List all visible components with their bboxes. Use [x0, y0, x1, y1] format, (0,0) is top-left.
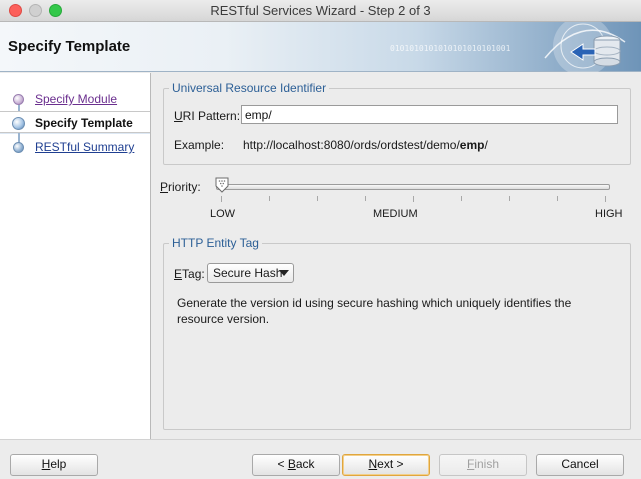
example-url: http://localhost:8080/ords/ordstest/demo…: [243, 138, 488, 152]
wizard-button-bar: Help < Back Next > Finish Cancel: [0, 439, 641, 479]
priority-label: Priority:: [160, 180, 201, 194]
priority-high-label: HIGH: [595, 208, 623, 220]
database-globe-icon: [544, 22, 626, 72]
etag-group-legend: HTTP Entity Tag: [169, 236, 262, 250]
wizard-steps-nav: Specify Module Specify Template RESTful …: [0, 73, 151, 439]
nav-step-specify-template[interactable]: Specify Template: [0, 111, 150, 133]
step-visited-icon: [13, 94, 24, 105]
etag-selected-value: Secure Hash: [213, 266, 283, 280]
example-label: Example:: [174, 138, 225, 152]
window-title: RESTful Services Wizard - Step 2 of 3: [210, 3, 431, 18]
uri-group: Universal Resource Identifier URI Patter…: [163, 81, 631, 165]
wizard-header-banner: Specify Template 01010101010101010101010…: [0, 22, 641, 72]
nav-step-label[interactable]: RESTful Summary: [35, 140, 134, 154]
step-upcoming-icon: [13, 142, 24, 153]
uri-group-legend: Universal Resource Identifier: [169, 81, 330, 95]
window-titlebar: RESTful Services Wizard - Step 2 of 3: [0, 0, 641, 22]
help-button[interactable]: Help: [10, 454, 98, 476]
nav-step-label: Specify Template: [35, 116, 133, 130]
etag-label: ETag:: [174, 267, 205, 281]
priority-low-label: LOW: [210, 208, 236, 220]
step-current-icon: [12, 117, 25, 130]
page-title: Specify Template: [8, 38, 131, 55]
etag-description: Generate the version id using secure has…: [177, 296, 572, 326]
nav-step-specify-module[interactable]: Specify Module: [0, 88, 150, 110]
etag-group: HTTP Entity Tag ETag: Secure Hash Genera…: [163, 236, 631, 430]
next-button[interactable]: Next >: [342, 454, 430, 476]
etag-dropdown[interactable]: Secure Hash: [207, 263, 294, 283]
priority-medium-label: MEDIUM: [373, 208, 418, 220]
uri-pattern-input[interactable]: [241, 105, 618, 124]
priority-slider-track[interactable]: [216, 184, 610, 190]
nav-step-label[interactable]: Specify Module: [35, 92, 117, 106]
cancel-button[interactable]: Cancel: [536, 454, 624, 476]
wizard-content-panel: Universal Resource Identifier URI Patter…: [152, 73, 641, 439]
back-button[interactable]: < Back: [252, 454, 340, 476]
uri-pattern-label: URI Pattern:: [174, 109, 241, 123]
finish-button[interactable]: Finish: [439, 454, 527, 476]
priority-slider-ticks: [221, 196, 606, 206]
nav-step-restful-summary[interactable]: RESTful Summary: [0, 136, 150, 158]
dropdown-arrow-icon: [279, 270, 289, 276]
binary-decoration: 0101010101010101010101001: [390, 44, 511, 53]
priority-slider-thumb[interactable]: [215, 177, 229, 193]
